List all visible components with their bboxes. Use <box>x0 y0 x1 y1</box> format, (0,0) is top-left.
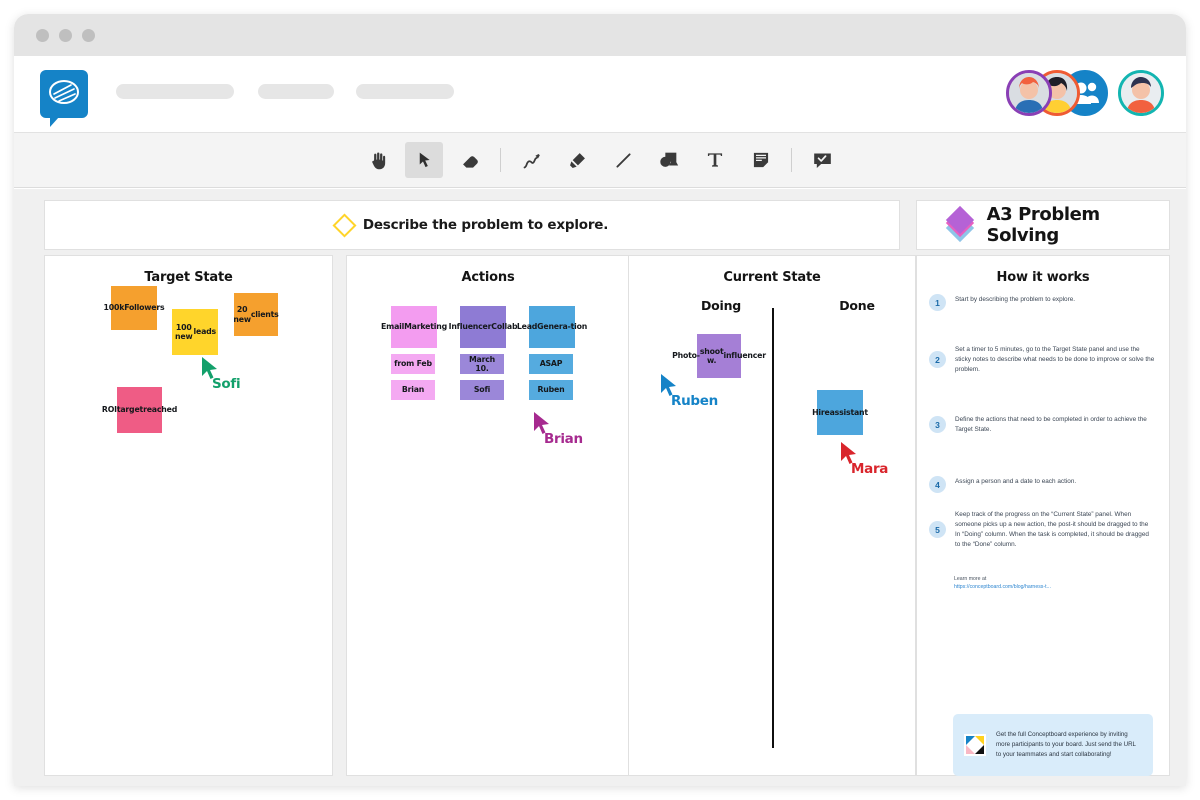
invite-callout[interactable]: Get the full Conceptboard experience by … <box>953 714 1153 776</box>
eraser-tool[interactable] <box>451 142 489 178</box>
learn-more-block: Learn more at https://conceptboard.com/b… <box>954 576 1154 592</box>
window-titlebar <box>14 14 1186 56</box>
nav-placeholder-2[interactable] <box>258 84 334 99</box>
cursor-label: Ruben <box>671 393 718 409</box>
invite-callout-text: Get the full Conceptboard experience by … <box>996 731 1136 758</box>
cursor-ruben: Ruben <box>659 373 718 409</box>
step-number: 3 <box>929 416 946 433</box>
step-text: Define the actions that need to be compl… <box>955 416 1147 433</box>
action-card-owner[interactable]: Sofi <box>460 380 504 400</box>
learn-more-link[interactable]: https://conceptboard.com/blog/harness-t.… <box>954 584 1154 592</box>
drawing-toolbar <box>14 132 1186 188</box>
diamond-outline-icon <box>332 212 357 238</box>
conceptboard-logo-icon[interactable] <box>40 70 88 127</box>
action-card-date[interactable]: from Feb <box>391 354 435 374</box>
action-card-title[interactable]: Email Marketing <box>381 306 447 348</box>
comment-tool[interactable] <box>803 142 841 178</box>
window-minimize-button[interactable] <box>59 29 72 42</box>
nav-placeholder-1[interactable] <box>116 84 234 99</box>
action-card-owner[interactable]: Brian <box>391 380 435 400</box>
step-item: 3 Define the actions that need to be comp… <box>917 414 1169 435</box>
window-maximize-button[interactable] <box>82 29 95 42</box>
step-number: 5 <box>929 521 946 538</box>
app-header <box>14 56 1186 132</box>
hand-tool[interactable] <box>359 142 397 178</box>
cursor-label: Brian <box>544 431 583 447</box>
action-card-owner[interactable]: Ruben <box>529 380 573 400</box>
prompt-text: Describe the problem to explore. <box>362 217 609 233</box>
panel-how-it-works[interactable]: How it works 1 Start by describing the pr… <box>916 255 1170 776</box>
toolbar-separator-2 <box>791 148 792 172</box>
sticky-note[interactable]: Hire assistant <box>812 390 868 435</box>
step-item: 5 Keep track of the progress on the “Curr… <box>917 509 1169 550</box>
step-text: Keep track of the progress on the “Curre… <box>955 511 1149 548</box>
toolbar-separator <box>500 148 501 172</box>
cursor-label: Sofi <box>212 376 241 392</box>
sticky-note[interactable]: 100 new leads <box>172 309 218 355</box>
nav-placeholder-3[interactable] <box>356 84 454 99</box>
prompt-bar[interactable]: Describe the problem to explore. <box>44 200 900 250</box>
action-card-date[interactable]: March 10. <box>460 354 504 374</box>
board-canvas[interactable]: Describe the problem to explore. A3 Prob… <box>14 189 1186 786</box>
conceptboard-mark-icon <box>964 734 986 756</box>
step-number: 2 <box>929 351 946 368</box>
step-number: 1 <box>929 294 946 311</box>
step-number: 4 <box>929 476 946 493</box>
avatar-current-user[interactable] <box>1118 70 1164 116</box>
sticky-note-tool[interactable] <box>742 142 780 178</box>
board-title-bar: A3 Problem Solving <box>916 200 1170 250</box>
sticky-note[interactable]: ROI target reached <box>102 387 177 433</box>
line-tool[interactable] <box>604 142 642 178</box>
action-card-title[interactable]: Lead Genera-tion <box>517 306 587 348</box>
cursor-label: Mara <box>851 461 889 477</box>
panel-header-target-state: Target State <box>45 268 332 286</box>
step-item: 4 Assign a person and a date to each acti… <box>917 476 1169 493</box>
action-card-date[interactable]: ASAP <box>529 354 573 374</box>
panel-header-actions: Actions <box>347 268 629 286</box>
learn-more-label: Learn more at <box>954 576 987 582</box>
action-card-title[interactable]: Influencer Collab <box>449 306 518 348</box>
panel-current-state[interactable]: Current State Doing Done Photo-shoot w. in… <box>628 255 916 776</box>
select-tool[interactable] <box>405 142 443 178</box>
panel-target-state[interactable]: Target State 100k Followers 100 new leads 20… <box>44 255 333 776</box>
text-tool[interactable] <box>696 142 734 178</box>
sticky-note[interactable]: Photo-shoot w. influencer <box>672 334 766 378</box>
window-close-button[interactable] <box>36 29 49 42</box>
shapes-tool[interactable] <box>650 142 688 178</box>
pen-tool[interactable] <box>512 142 550 178</box>
board-title: A3 Problem Solving <box>986 204 1101 246</box>
marker-tool[interactable] <box>558 142 596 178</box>
sticky-note[interactable]: 20 new clients <box>233 293 279 336</box>
step-item: 2 Set a timer to 5 minutes, go to the Tar… <box>917 344 1169 375</box>
cursor-sofi: Sofi <box>200 356 241 392</box>
column-divider <box>772 308 774 748</box>
avatar-participant-sofi[interactable] <box>1006 70 1052 116</box>
step-text: Start by describing the problem to explo… <box>955 296 1076 303</box>
step-item: 1 Start by describing the problem to expl… <box>917 294 1169 311</box>
panel-actions[interactable]: Actions Email Marketing from Feb Brian Influ… <box>346 255 630 776</box>
sticky-note[interactable]: 100k Followers <box>104 286 165 330</box>
cursor-brian: Brian <box>532 411 583 447</box>
diamond-stack-icon <box>945 205 975 243</box>
cursor-mara: Mara <box>839 441 888 477</box>
panel-header-current-state: Current State <box>629 268 915 286</box>
panel-header-how-it-works: How it works <box>917 268 1169 286</box>
step-text: Set a timer to 5 minutes, go to the Targ… <box>955 346 1155 373</box>
step-text: Assign a person and a date to each actio… <box>955 478 1077 485</box>
column-header-doing: Doing <box>691 297 751 315</box>
column-header-done: Done <box>827 297 887 315</box>
browser-window: Describe the problem to explore. A3 Prob… <box>14 14 1186 786</box>
